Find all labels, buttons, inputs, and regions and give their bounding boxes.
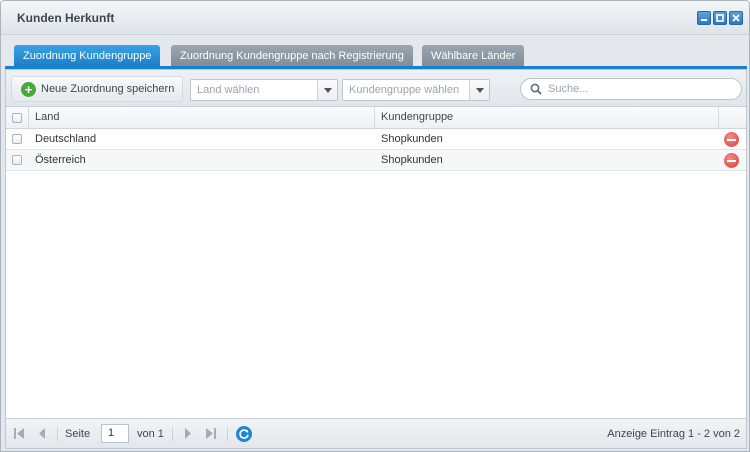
- divider: [227, 427, 228, 441]
- refresh-icon[interactable]: [236, 426, 252, 442]
- title-bar[interactable]: Kunden Herkunft: [1, 1, 749, 35]
- search-icon: [530, 83, 542, 95]
- row-checkbox[interactable]: [12, 155, 22, 165]
- search-placeholder: Suche...: [548, 83, 589, 95]
- divider: [172, 427, 173, 441]
- row-checkbox[interactable]: [12, 134, 22, 144]
- chevron-down-icon[interactable]: [469, 80, 489, 100]
- delete-icon[interactable]: [724, 132, 739, 147]
- cell-land: Österreich: [35, 154, 86, 166]
- save-assignment-label: Neue Zuordnung speichern: [41, 83, 175, 95]
- delete-icon[interactable]: [724, 153, 739, 168]
- pagination-bar: Seite 1 von 1 Anzeige Eintrag 1 - 2 von …: [6, 418, 746, 448]
- divider: [57, 427, 58, 441]
- search-input[interactable]: Suche...: [520, 78, 742, 100]
- last-page-icon[interactable]: [205, 427, 217, 440]
- page-label: Seite: [65, 428, 91, 440]
- window-title: Kunden Herkunft: [17, 11, 115, 25]
- close-icon[interactable]: [729, 11, 743, 25]
- table-row[interactable]: Österreich Shopkunden: [6, 150, 746, 171]
- customer-group-select[interactable]: Kundengruppe wählen: [342, 79, 490, 101]
- tab-bar: Zuordnung Kundengruppe Zuordnung Kundeng…: [5, 37, 747, 68]
- window: Kunden Herkunft Zuordnung Kundengruppe Z…: [0, 0, 750, 452]
- pagination-info: Anzeige Eintrag 1 - 2 von 2: [607, 428, 740, 440]
- next-page-icon[interactable]: [183, 427, 193, 440]
- page-count-label: von 1: [137, 428, 164, 440]
- country-select-placeholder: Land wählen: [197, 84, 260, 96]
- country-select[interactable]: Land wählen: [190, 79, 338, 101]
- tab-zuordnung-nach-registrierung[interactable]: Zuordnung Kundengruppe nach Registrierun…: [171, 45, 413, 67]
- column-header-land[interactable]: Land: [29, 107, 375, 128]
- previous-page-icon[interactable]: [37, 427, 47, 440]
- chevron-down-icon[interactable]: [317, 80, 337, 100]
- save-assignment-button[interactable]: + Neue Zuordnung speichern: [11, 76, 184, 102]
- tab-zuordnung-kundengruppe[interactable]: Zuordnung Kundengruppe: [14, 45, 161, 67]
- cell-kundengruppe: Shopkunden: [381, 154, 443, 166]
- page-number-input[interactable]: 1: [101, 424, 129, 443]
- toolbar: + Neue Zuordnung speichern Land wählen K…: [6, 70, 746, 107]
- first-page-icon[interactable]: [13, 427, 25, 440]
- select-all-cell: [6, 107, 29, 128]
- add-icon: +: [21, 81, 36, 97]
- minimize-icon[interactable]: [697, 11, 711, 25]
- column-header-kundengruppe[interactable]: Kundengruppe: [375, 107, 719, 128]
- table-row[interactable]: Deutschland Shopkunden: [6, 129, 746, 150]
- column-header-actions: [719, 107, 746, 128]
- window-controls: [697, 11, 743, 25]
- cell-land: Deutschland: [35, 133, 97, 145]
- customer-group-select-placeholder: Kundengruppe wählen: [349, 84, 460, 96]
- cell-kundengruppe: Shopkunden: [381, 133, 443, 145]
- tab-waehlbare-laender[interactable]: Wählbare Länder: [422, 45, 525, 67]
- main-panel: + Neue Zuordnung speichern Land wählen K…: [5, 69, 747, 449]
- maximize-icon[interactable]: [713, 11, 727, 25]
- grid-header: Land Kundengruppe: [6, 107, 746, 129]
- select-all-checkbox[interactable]: [12, 113, 22, 123]
